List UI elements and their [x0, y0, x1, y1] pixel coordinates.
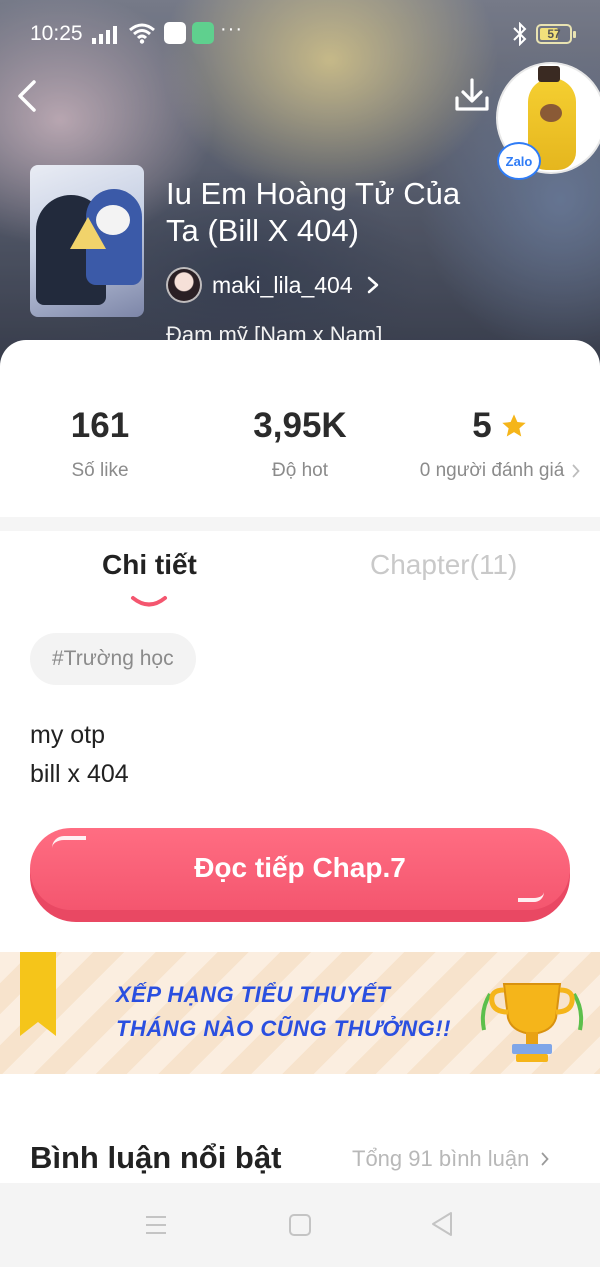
chevron-right-icon — [572, 464, 580, 478]
comments-total-label: Tổng 91 bình luận — [352, 1146, 530, 1171]
system-navigation-bar — [0, 1183, 600, 1267]
nav-back-icon[interactable] — [430, 1211, 454, 1237]
chevron-right-icon — [367, 276, 378, 294]
active-tab-indicator — [131, 596, 167, 607]
hot-stat: 3,95K Độ hot — [220, 406, 380, 482]
zalo-badge: Zalo — [497, 142, 541, 180]
rating-value: 5 — [472, 406, 492, 445]
author-avatar — [166, 267, 202, 303]
likes-label: Số like — [71, 460, 129, 481]
featured-comments-title: Bình luận nổi bật — [30, 1140, 282, 1175]
continue-reading-label: Đọc tiếp Chap.7 — [194, 852, 406, 883]
photos-app-icon — [164, 22, 186, 44]
continue-reading-button[interactable]: Đọc tiếp Chap.7 — [30, 828, 570, 922]
rating-stat[interactable]: 5 0 người đánh giá — [410, 406, 590, 482]
book-cover-image — [30, 165, 144, 317]
rating-count-label: 0 người đánh giá — [419, 460, 565, 481]
banner-line-1: XẾP HẠNG TIỂU THUYẾT — [116, 982, 391, 1007]
bluetooth-icon — [513, 22, 527, 46]
tag-chip[interactable]: #Trường học — [30, 633, 196, 685]
hot-value: 3,95K — [253, 406, 347, 445]
status-time: 10:25 — [30, 22, 83, 45]
back-arrow-icon[interactable] — [12, 78, 44, 114]
battery-icon: 57 — [536, 24, 576, 44]
stats-row: 161 Số like 3,95K Độ hot 5 0 người đánh … — [0, 340, 600, 516]
more-notifications-icon: ··· — [220, 18, 243, 40]
author-link[interactable]: maki_lila_404 — [166, 266, 379, 304]
star-icon — [502, 414, 526, 437]
home-icon[interactable] — [288, 1213, 312, 1237]
battery-level: 57 — [547, 27, 561, 41]
ranking-promo-banner[interactable]: XẾP HẠNG TIỂU THUYẾT THÁNG NÀO CŨNG THƯỞ… — [0, 952, 600, 1074]
section-divider — [0, 517, 600, 531]
description: my otp bill x 404 — [30, 716, 129, 794]
tab-bar: Chi tiết Chapter(11) — [0, 535, 600, 625]
likes-stat: 161 Số like — [40, 406, 160, 482]
tab-detail[interactable]: Chi tiết — [102, 549, 197, 581]
wifi-icon — [129, 23, 155, 44]
ribbon-decoration — [20, 952, 56, 1036]
trophy-icon — [480, 983, 584, 1062]
status-bar: 10:25 ··· 57 — [0, 0, 600, 70]
likes-value: 161 — [70, 406, 130, 445]
detail-sheet: 161 Số like 3,95K Độ hot 5 0 người đánh … — [0, 340, 600, 1267]
author-name: maki_lila_404 — [212, 271, 353, 298]
download-icon[interactable] — [452, 76, 492, 116]
chevron-right-icon — [541, 1152, 550, 1166]
hot-label: Độ hot — [272, 460, 328, 481]
tab-chapters[interactable]: Chapter(11) — [370, 549, 517, 581]
menu-icon[interactable] — [144, 1213, 168, 1237]
all-comments-link[interactable]: Tổng 91 bình luận — [352, 1146, 550, 1172]
signal-icon — [92, 26, 117, 44]
messenger-app-icon — [192, 22, 214, 44]
description-line: my otp — [30, 721, 106, 749]
description-line: bill x 404 — [30, 760, 129, 788]
banner-line-2: THÁNG NÀO CŨNG THƯỞNG!! — [116, 1016, 451, 1041]
book-title: Iu Em Hoàng Tử Của Ta (Bill X 404) — [166, 176, 461, 248]
